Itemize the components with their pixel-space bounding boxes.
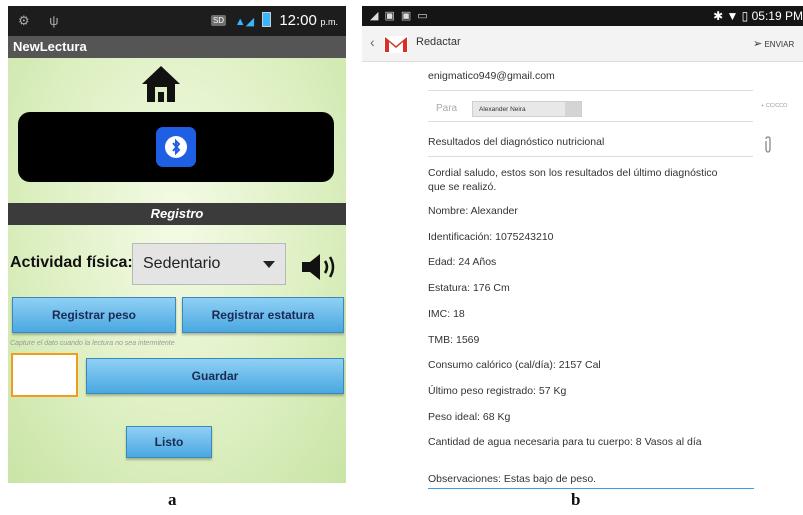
body-line: TMB: 1569 (428, 334, 480, 346)
from-field[interactable]: enigmatico949@gmail.com (428, 70, 753, 91)
dropdown-caret-icon (263, 261, 275, 268)
save-button[interactable]: Guardar (86, 358, 344, 394)
register-height-button[interactable]: Registrar estatura (182, 297, 344, 333)
gmail-icon (384, 36, 408, 53)
sd-card-icon: SD (210, 15, 227, 26)
recipient-chip[interactable]: Alexander Neira (472, 101, 582, 117)
body-line: Cantidad de agua necesaria para tu cuerp… (428, 436, 702, 448)
caption-a: a (168, 490, 177, 509)
to-field[interactable]: Para Alexander Neira (428, 99, 753, 122)
activity-selected-value: Sedentario (143, 255, 221, 272)
send-icon: ➢ (753, 38, 763, 50)
done-button[interactable]: Listo (126, 426, 212, 458)
status-bar-b: ◢▣▣▭ ✱ ▼ ▯ 05:19 PM (362, 6, 803, 26)
paperclip-icon[interactable] (763, 136, 773, 154)
register-weight-button[interactable]: Registrar peso (12, 297, 176, 333)
send-button[interactable]: ➢ ENVIAR (753, 37, 803, 50)
status-ampm: p.m. (320, 17, 338, 27)
battery-icon (261, 12, 271, 27)
status-bar: ⚙ ψ SD ▲◢ 12:00 p.m. (8, 6, 346, 36)
panel-b-phone-screen: ◢▣▣▭ ✱ ▼ ▯ 05:19 PM ‹ Redactar ➢ ENVIAR … (362, 6, 803, 493)
body-line: IMC: 18 (428, 308, 465, 320)
body-line: Nombre: Alexander (428, 205, 518, 217)
bluetooth-panel (18, 112, 334, 182)
to-label: Para (436, 103, 458, 114)
body-line: Consumo calórico (cal/día): 2157 Cal (428, 359, 601, 371)
body-line: Peso ideal: 68 Kg (428, 411, 511, 423)
section-registro: Registro (8, 203, 346, 225)
app-title: NewLectura (8, 36, 346, 58)
body-line: Estatura: 176 Cm (428, 282, 510, 294)
status-icons-left: ⚙ ψ (18, 13, 67, 28)
body-line: Último peso registrado: 57 Kg (428, 385, 567, 397)
body-line: Cordial saludo, estos son los resultados… (428, 167, 718, 193)
chip-remove-icon[interactable] (565, 102, 581, 116)
panel-a-phone-screen: ⚙ ψ SD ▲◢ 12:00 p.m. NewLectura Registro… (8, 6, 346, 483)
back-arrow-icon[interactable]: ‹ (370, 34, 375, 50)
capture-hint: Capture el dato cuando la lectura no sea… (10, 340, 175, 347)
activity-dropdown[interactable]: Sedentario (132, 243, 286, 285)
status-time-b: 05:19 PM (751, 9, 803, 23)
send-label: ENVIAR (764, 40, 795, 49)
cc-bcc-link[interactable]: + CC/CCO (761, 103, 787, 109)
status-icons-right: SD ▲◢ 12:00 p.m. (210, 12, 338, 29)
status-time: 12:00 (279, 12, 317, 29)
bluetooth-button[interactable] (156, 127, 196, 167)
activity-label: Actividad física: (10, 254, 133, 271)
body-line: Identificación: 1075243210 (428, 231, 554, 243)
status-icons-left-b: ◢▣▣▭ (370, 10, 434, 22)
wifi-signal-icon: ▲◢ (234, 16, 255, 28)
compose-title: Redactar (416, 36, 461, 48)
caption-b: b (571, 490, 581, 509)
observations-line[interactable]: Observaciones: Estas bajo de peso. (428, 473, 754, 489)
speaker-icon[interactable] (300, 252, 340, 282)
status-icons-right-b: ✱ ▼ ▯ 05:19 PM (713, 9, 803, 23)
home-icon[interactable] (140, 63, 182, 105)
compose-toolbar: ‹ Redactar ➢ ENVIAR (362, 26, 803, 62)
subject-field[interactable]: Resultados del diagnóstico nutricional (428, 136, 753, 157)
reading-input[interactable] (11, 353, 78, 397)
bluetooth-icon (165, 136, 187, 158)
recipient-name: Alexander Neira (479, 106, 526, 113)
body-line: Edad: 24 Años (428, 256, 497, 268)
